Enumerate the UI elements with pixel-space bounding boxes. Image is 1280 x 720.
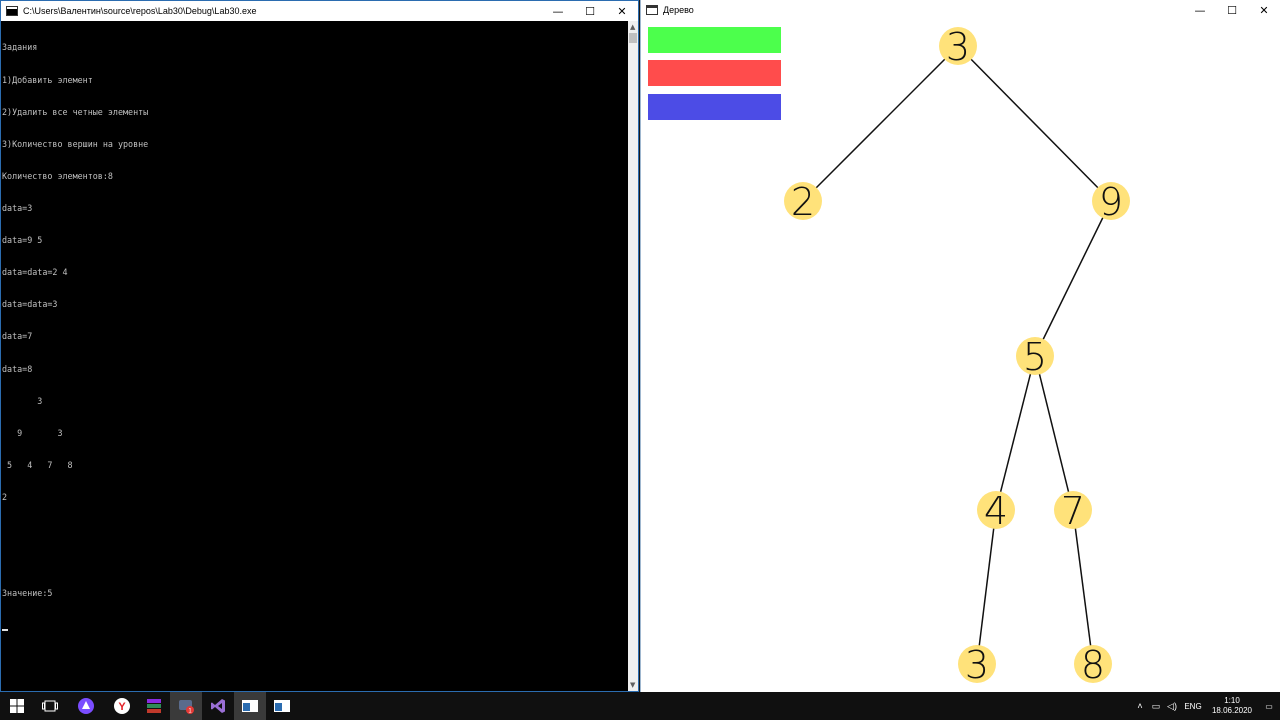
edge-rl-right <box>1034 355 1074 511</box>
console-line: data=data=3 <box>2 299 58 310</box>
node-value: 8 <box>1081 643 1105 687</box>
edge-right-rightleft <box>1034 200 1112 357</box>
console-line: data=data=2 4 <box>2 267 68 278</box>
console-app-icon <box>6 6 18 16</box>
show-hidden-icons-icon[interactable]: ˄ <box>1132 701 1148 711</box>
console-close-button[interactable]: ✕ <box>606 1 638 21</box>
console-line: data=3 <box>2 202 33 213</box>
node-value: 7 <box>1061 489 1085 533</box>
console-line: data=8 <box>2 363 33 374</box>
messenger-icon: 1 <box>179 700 194 715</box>
tree-node-left: 2 <box>784 180 822 224</box>
task-view-button[interactable] <box>34 692 66 720</box>
winrar-icon <box>147 699 161 713</box>
console-line: Задания <box>2 42 38 53</box>
tree-window[interactable]: Дерево — ☐ ✕ 3 2 9 5 4 7 3 8 <box>640 0 1280 692</box>
start-button[interactable] <box>0 692 34 720</box>
tree-node-rl-left: 4 <box>977 489 1015 533</box>
console-line: 2)Удалить все четные элементы <box>2 106 149 117</box>
tree-window-icon <box>274 700 290 712</box>
tree-node-rll-child: 3 <box>958 643 996 687</box>
tree-app-button[interactable] <box>266 692 298 720</box>
console-line: data=9 5 <box>2 235 43 246</box>
console-window-title: C:\Users\Валентин\source\repos\Lab30\Deb… <box>23 6 257 16</box>
edge-root-right <box>957 45 1112 202</box>
tree-node-rlr-child: 8 <box>1074 643 1112 687</box>
svg-text:Y: Y <box>118 701 126 713</box>
node-value: 2 <box>791 180 815 224</box>
tree-node-right-left: 5 <box>1016 335 1054 379</box>
edge-rll-child <box>976 509 997 665</box>
console-line: 5 4 7 8 <box>2 459 73 470</box>
scroll-down-icon[interactable]: ▼ <box>630 681 635 689</box>
console-line: 9 3 <box>2 427 63 438</box>
network-icon[interactable]: ▭ <box>1148 701 1164 712</box>
yandex-browser-button[interactable]: Y <box>106 692 138 720</box>
node-value: 9 <box>1099 180 1123 224</box>
visual-studio-button[interactable] <box>202 692 234 720</box>
console-line: 2 <box>2 491 8 502</box>
tree-edges <box>802 45 1112 665</box>
visual-studio-icon <box>211 699 225 713</box>
console-maximize-button[interactable]: ☐ <box>574 1 606 21</box>
console-window-icon <box>242 700 258 712</box>
language-indicator[interactable]: ENG <box>1180 702 1206 711</box>
clock[interactable]: 1:10 18.06.2020 <box>1206 696 1258 716</box>
console-app-button[interactable] <box>234 692 266 720</box>
console-line: data=7 <box>2 331 33 342</box>
messenger-button[interactable]: 1 <box>170 692 202 720</box>
console-titlebar[interactable]: C:\Users\Валентин\source\repos\Lab30\Deb… <box>1 1 638 21</box>
scrollbar-thumb[interactable] <box>629 33 637 43</box>
taskbar: Y 1 ˄ ▭ ◁) ENG 1:10 18.06.2020 ▭ <box>0 692 1280 720</box>
alice-icon <box>78 698 94 714</box>
console-minimize-button[interactable]: — <box>542 1 574 21</box>
scroll-up-icon[interactable]: ▲ <box>630 23 635 31</box>
clock-time: 1:10 <box>1224 696 1240 705</box>
system-tray: ˄ ▭ ◁) ENG 1:10 18.06.2020 ▭ <box>1132 692 1280 720</box>
node-value: 5 <box>1023 335 1047 379</box>
clock-date: 18.06.2020 <box>1211 706 1253 715</box>
edge-rl-left <box>995 355 1036 511</box>
text-cursor <box>2 629 8 632</box>
volume-icon[interactable]: ◁) <box>1164 701 1180 712</box>
console-line: 3)Количество вершин на уровне <box>2 138 149 149</box>
tree-node-root: 3 <box>939 25 977 69</box>
node-value: 3 <box>965 643 989 687</box>
tree-canvas: 3 2 9 5 4 7 3 8 <box>784 25 1130 687</box>
console-line: Значение:5 <box>2 588 53 599</box>
alice-assistant-button[interactable] <box>66 692 106 720</box>
node-value: 3 <box>946 25 970 69</box>
console-window[interactable]: C:\Users\Валентин\source\repos\Lab30\Deb… <box>0 0 639 692</box>
winrar-button[interactable] <box>138 692 170 720</box>
edge-rlr-child <box>1072 509 1094 665</box>
edge-root-left <box>802 45 959 202</box>
tree-node-rl-right: 7 <box>1054 489 1092 533</box>
console-scrollbar[interactable]: ▲ ▼ <box>628 21 638 691</box>
console-line: Количество элементов:8 <box>2 170 113 181</box>
notifications-icon[interactable]: ▭ <box>1258 702 1280 711</box>
console-output[interactable]: Задания 1)Добавить элемент 2)Удалить все… <box>1 21 628 691</box>
console-line: 1)Добавить элемент <box>2 74 93 85</box>
node-value: 4 <box>984 489 1008 533</box>
yandex-browser-icon: Y <box>114 698 130 714</box>
console-line: 3 <box>2 395 43 406</box>
windows-logo-icon <box>10 699 24 713</box>
task-view-icon <box>42 700 58 712</box>
console-cursor-line <box>2 620 628 632</box>
